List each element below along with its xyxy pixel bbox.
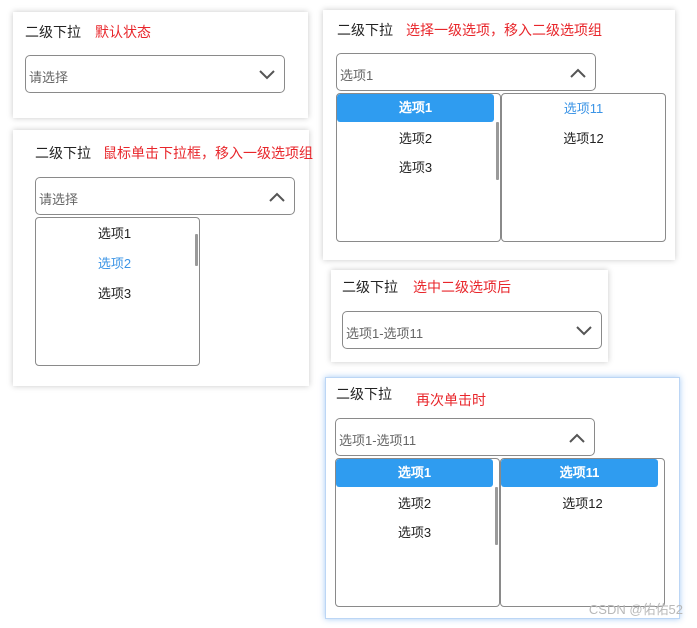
state-annotation: 选中二级选项后 xyxy=(413,279,511,295)
dropdown-title: 二级下拉 xyxy=(336,386,392,402)
card-level2-chosen: 二级下拉 选中二级选项后 选项1-选项11 xyxy=(331,270,608,362)
cascader-select[interactable]: 请选择 xyxy=(35,177,295,215)
level1-option-selected[interactable]: 选项1 xyxy=(337,94,494,122)
level2-option-panel[interactable]: 选项11 选项12 xyxy=(500,458,665,607)
card-reopened: 二级下拉 再次单击时 选项1-选项11 选项1 选项2 选项3 选项11 选项1… xyxy=(325,377,680,619)
level1-option-panel[interactable]: 选项1 选项2 选项3 xyxy=(335,458,500,607)
chevron-down-icon[interactable] xyxy=(258,66,276,84)
level1-option[interactable]: 选项3 xyxy=(337,154,494,182)
level2-option-panel[interactable]: 选项11 选项12 xyxy=(501,93,666,242)
watermark: CSDN @佑佑52 xyxy=(588,602,683,617)
state-annotation: 默认状态 xyxy=(95,24,151,40)
scrollbar[interactable] xyxy=(495,487,498,545)
level2-option[interactable]: 选项12 xyxy=(502,125,665,153)
cascader-select[interactable]: 选项1 xyxy=(336,53,596,91)
level1-option[interactable]: 选项1 xyxy=(36,220,193,248)
dropdown-title: 二级下拉 xyxy=(337,22,393,38)
select-placeholder: 请选择 xyxy=(29,70,69,85)
level1-option[interactable]: 选项3 xyxy=(36,280,193,308)
chevron-up-icon[interactable] xyxy=(569,64,587,82)
state-annotation: 再次单击时 xyxy=(416,392,486,408)
card-open-level1: 二级下拉 鼠标单击下拉框，移入一级选项组 请选择 选项1 选项2 选项3 xyxy=(13,130,313,386)
select-value: 选项1-选项11 xyxy=(339,433,417,448)
cascader-select[interactable]: 选项1-选项11 xyxy=(335,418,595,456)
cascader-select[interactable]: 请选择 xyxy=(25,55,285,93)
state-annotation: 鼠标单击下拉框，移入一级选项组 xyxy=(103,145,313,161)
chevron-up-icon[interactable] xyxy=(268,188,286,206)
level2-option-hover[interactable]: 选项11 xyxy=(502,95,665,123)
state-annotation: 选择一级选项，移入二级选项组 xyxy=(406,22,602,38)
level1-option[interactable]: 选项2 xyxy=(336,490,493,518)
level2-option-selected[interactable]: 选项11 xyxy=(501,459,658,487)
level1-option-panel[interactable]: 选项1 选项2 选项3 xyxy=(336,93,501,242)
card-level1-selected: 二级下拉 选择一级选项，移入二级选项组 选项1 选项1 选项2 选项3 选项11… xyxy=(323,10,675,260)
level2-option[interactable]: 选项12 xyxy=(501,490,664,518)
cascader-select[interactable]: 选项1-选项11 xyxy=(342,311,602,349)
scrollbar[interactable] xyxy=(195,234,198,266)
dropdown-title: 二级下拉 xyxy=(25,24,81,40)
select-placeholder: 请选择 xyxy=(39,192,79,207)
chevron-up-icon[interactable] xyxy=(568,429,586,447)
level1-option-panel[interactable]: 选项1 选项2 选项3 xyxy=(35,217,200,366)
scrollbar[interactable] xyxy=(496,122,499,180)
level1-option[interactable]: 选项2 xyxy=(337,125,494,153)
level1-option-hover[interactable]: 选项2 xyxy=(36,250,193,278)
level1-option[interactable]: 选项3 xyxy=(336,519,493,547)
dropdown-title: 二级下拉 xyxy=(342,279,398,295)
level1-option-selected[interactable]: 选项1 xyxy=(336,459,493,487)
chevron-down-icon[interactable] xyxy=(575,322,593,340)
select-value: 选项1 xyxy=(340,68,374,83)
select-value: 选项1-选项11 xyxy=(346,326,424,341)
card-default-state: 二级下拉 默认状态 请选择 xyxy=(13,12,308,118)
dropdown-title: 二级下拉 xyxy=(35,145,91,161)
